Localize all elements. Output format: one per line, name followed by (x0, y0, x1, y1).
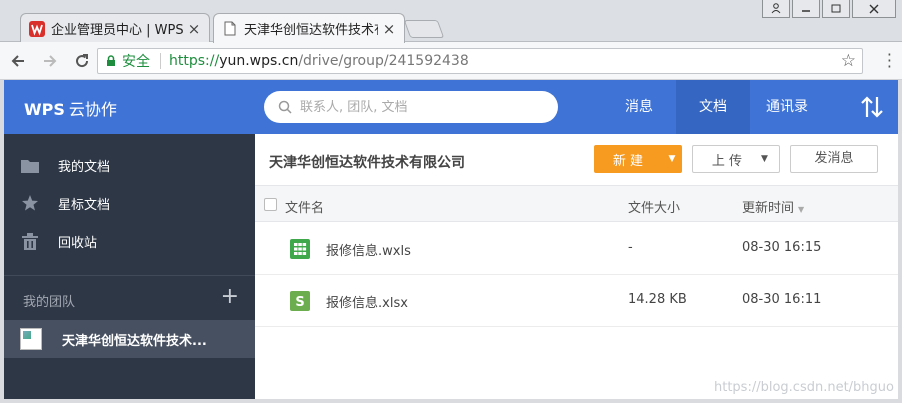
address-bar[interactable]: 安全 https:// yun.wps.cn /drive/group/2415… (97, 48, 863, 74)
sidebar-item-starred[interactable]: 星标文档 (4, 184, 255, 222)
table-row[interactable]: 报修信息.wxls - 08-30 16:15 (255, 223, 898, 275)
new-button[interactable]: 新 建 ▼ (594, 145, 682, 173)
wps-logo-icon (29, 20, 45, 37)
sidebar-item-label: 我的文档 (58, 159, 111, 175)
minimize-button[interactable] (792, 0, 820, 18)
send-message-button[interactable]: 发消息 (790, 145, 878, 173)
browser-tab-admin[interactable]: 企业管理员中心 | WPS+ × (20, 13, 210, 43)
search-icon (278, 100, 292, 114)
column-header-size[interactable]: 文件大小 (628, 197, 680, 216)
folder-icon (20, 155, 40, 175)
browser-tab-title: 企业管理员中心 | WPS+ (51, 23, 183, 38)
column-header-name[interactable]: 文件名 (285, 197, 324, 216)
profile-icon[interactable] (762, 0, 790, 18)
column-header-updated-label: 更新时间 (742, 201, 795, 216)
document-icon (222, 21, 238, 37)
search-box[interactable] (264, 91, 558, 123)
arrow-right-icon (44, 54, 57, 67)
back-button[interactable] (4, 47, 32, 75)
browser-tab-wps-drive[interactable]: 天津华创恒达软件技术有 × (213, 13, 405, 43)
sidebar-divider (4, 275, 255, 276)
team-item-label: 天津华创恒达软件技术... (62, 333, 207, 349)
browser-tab-bar: 企业管理员中心 | WPS+ × 天津华创恒达软件技术有 × (0, 0, 902, 43)
sidebar-item-trash[interactable]: 回收站 (4, 222, 255, 260)
sidebar-item-label: 回收站 (58, 235, 98, 251)
nav-messages[interactable]: 消息 (602, 80, 676, 134)
main-content: 天津华创恒达软件技术有限公司 新 建 ▼ 上 传 ▼ 发消息 文件名 文件大小 … (255, 134, 898, 399)
secure-indicator[interactable]: 安全 (106, 51, 160, 71)
sidebar-team-item[interactable]: 天津华创恒达软件技术... (4, 320, 255, 358)
team-section-header: 我的团队 (23, 295, 76, 310)
file-table-header: 文件名 文件大小 更新时间 ▼ (255, 185, 898, 222)
url-scheme: https:// (169, 53, 220, 69)
svg-text:S: S (295, 295, 304, 310)
new-tab-button[interactable] (403, 20, 445, 38)
select-all-checkbox[interactable] (264, 198, 277, 211)
close-icon[interactable]: × (187, 20, 201, 38)
spreadsheet-s-icon: S (290, 291, 310, 311)
browser-tab-title: 天津华创恒达软件技术有 (244, 23, 378, 38)
file-name[interactable]: 报修信息.wxls (326, 240, 411, 259)
url-path: /drive/group/241592438 (298, 53, 469, 69)
sort-toggle-icon[interactable] (860, 94, 884, 120)
upload-button-label: 上 传 (711, 153, 743, 169)
lock-icon (107, 55, 115, 66)
close-icon[interactable]: × (382, 20, 396, 38)
forward-button[interactable] (36, 47, 64, 75)
window-controls (760, 0, 896, 18)
file-name[interactable]: 报修信息.xlsx (326, 292, 408, 311)
nav-contacts[interactable]: 通讯录 (750, 80, 824, 134)
table-row[interactable]: S 报修信息.xlsx 14.28 KB 08-30 16:11 (255, 275, 898, 327)
nav-documents[interactable]: 文档 (676, 80, 750, 134)
app-header: WPS云协作 消息 文档 通讯录 (4, 80, 898, 134)
logo-text: WPS (24, 100, 65, 119)
sidebar-item-label: 星标文档 (58, 197, 111, 213)
add-team-icon[interactable]: + (221, 286, 239, 308)
table-app-icon (290, 239, 310, 259)
arrow-left-icon (11, 54, 24, 67)
window-close-button[interactable] (852, 0, 896, 18)
app-logo[interactable]: WPS 云协作 (24, 96, 117, 120)
divider (160, 53, 161, 69)
search-input[interactable] (300, 99, 530, 115)
reload-icon (76, 53, 89, 67)
watermark: https://blog.csdn.net/bhguo (714, 380, 894, 395)
secure-label: 安全 (122, 54, 150, 70)
sidebar-item-my-documents[interactable]: 我的文档 (4, 146, 255, 184)
file-updated-time: 08-30 16:11 (742, 292, 822, 307)
trash-icon (20, 231, 40, 251)
maximize-button[interactable] (822, 0, 850, 18)
upload-button[interactable]: 上 传 ▼ (692, 145, 780, 173)
url-host: yun.wps.cn (219, 53, 299, 69)
page-title: 天津华创恒达软件技术有限公司 (269, 155, 465, 171)
logo-subtitle: 云协作 (68, 100, 117, 119)
column-header-updated[interactable]: 更新时间 ▼ (742, 197, 804, 216)
reload-button[interactable] (68, 47, 96, 75)
bookmark-star-icon[interactable]: ☆ (841, 51, 856, 71)
file-size: - (628, 240, 633, 255)
sidebar: 我的文档 星标文档 回收站 我的团队 + 天津华创恒达软件技术... (4, 134, 255, 399)
new-button-label: 新 建 (612, 153, 644, 169)
browser-toolbar: 安全 https:// yun.wps.cn /drive/group/2415… (0, 42, 902, 80)
file-size: 14.28 KB (628, 292, 687, 307)
star-icon (20, 193, 40, 213)
team-avatar (20, 328, 42, 350)
browser-menu-icon[interactable]: · · · (887, 47, 892, 75)
file-updated-time: 08-30 16:15 (742, 240, 822, 255)
caret-down-icon: ▼ (668, 154, 676, 164)
sort-caret-icon: ▼ (798, 205, 805, 214)
caret-down-icon: ▼ (761, 154, 768, 164)
